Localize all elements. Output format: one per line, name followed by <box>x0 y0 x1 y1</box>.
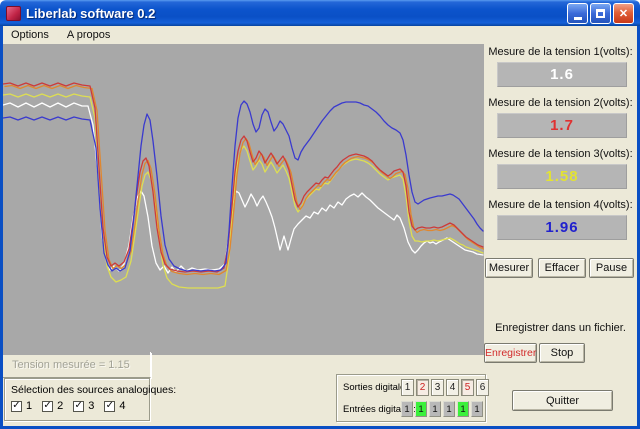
checkbox-source-2[interactable]: ✓ <box>42 400 54 412</box>
sortie-digitale-5[interactable]: 5 <box>461 379 474 396</box>
title-bar[interactable]: Liberlab software 0.2 ✕ <box>0 0 640 26</box>
checkbox-source-1[interactable]: ✓ <box>11 400 22 412</box>
app-window: Liberlab software 0.2 ✕ Options A propos… <box>0 0 640 429</box>
sorties-row: Sorties digitales: 123456 <box>337 378 489 397</box>
entree-digitale-2: 1 <box>415 401 427 417</box>
quitter-button[interactable]: Quitter <box>512 390 613 411</box>
app-icon <box>6 5 21 21</box>
checkbox-label-4: 4 <box>119 400 126 412</box>
voltage-chart <box>3 44 484 355</box>
tension-label-1: Mesure de la tension 1(volts): <box>488 46 633 58</box>
pause-button[interactable]: Pause <box>589 258 634 278</box>
minimize-icon <box>573 16 582 20</box>
trace-channel-2-red <box>3 82 484 273</box>
measurement-panel: Mesurer Effacer Pause Enregistrer dans u… <box>484 26 637 426</box>
mesurer-button[interactable]: Mesurer <box>485 258 533 278</box>
entree-digitale-5: 1 <box>457 401 469 417</box>
checkbox-label-2: 2 <box>57 400 64 412</box>
enregistrer-button[interactable]: Enregistrer <box>484 343 537 363</box>
status-label: Tension mesurée = 1.15 Volts <box>3 352 151 397</box>
checkbox-label-3: 3 <box>88 400 95 412</box>
maximize-button[interactable] <box>590 2 611 24</box>
tension-label-4: Mesure de la tension 4(volts): <box>488 199 633 211</box>
analog-sources-checkboxes: ✓ 1 ✓ 2 ✓ 3 ✓ 4 <box>5 396 149 412</box>
checkbox-label-1: 1 <box>26 400 33 412</box>
analog-source-item-4: ✓ 4 <box>104 400 126 412</box>
tension-value-3: 1.58 <box>497 164 627 189</box>
window-body: Options A propos Tension mesurée = 1.15 … <box>0 26 640 429</box>
sortie-digitale-1[interactable]: 1 <box>401 379 414 396</box>
tension-value-4: 1.96 <box>497 215 627 240</box>
analog-source-item-2: ✓ 2 <box>42 400 63 412</box>
window-title: Liberlab software 0.2 <box>26 5 156 21</box>
entree-digitale-1: 1 <box>401 401 413 417</box>
effacer-button[interactable]: Effacer <box>538 258 586 278</box>
analog-source-item-1: ✓ 1 <box>11 400 32 412</box>
stop-button[interactable]: Stop <box>539 343 585 363</box>
window-controls: ✕ <box>567 2 634 24</box>
trace-channel-3-yellow <box>3 93 484 289</box>
sorties-buttons: 123456 <box>399 379 489 396</box>
minimize-button[interactable] <box>567 2 588 24</box>
sortie-digitale-3[interactable]: 3 <box>431 379 444 396</box>
menu-options[interactable]: Options <box>11 29 49 41</box>
trace-channel-4-blue <box>3 100 484 272</box>
trace-shadow-channel-2-red <box>4 84 484 276</box>
analog-sources-label: Sélection des sources analogiques: <box>11 384 177 396</box>
entree-digitale-3: 1 <box>429 401 441 417</box>
sortie-digitale-4[interactable]: 4 <box>446 379 459 396</box>
entrees-indicators: 111111 <box>399 401 483 417</box>
entree-digitale-6: 1 <box>471 401 483 417</box>
analog-sources-group: Sélection des sources analogiques: ✓ 1 ✓ 2 ✓… <box>4 378 177 421</box>
file-section-label: Enregistrer dans un fichier. <box>495 322 626 334</box>
sortie-digitale-2[interactable]: 2 <box>416 379 429 396</box>
tension-label-2: Mesure de la tension 2(volts): <box>488 97 633 109</box>
tension-value-2: 1.7 <box>497 113 627 138</box>
analog-source-item-3: ✓ 3 <box>73 400 94 412</box>
entree-digitale-4: 1 <box>443 401 455 417</box>
tension-label-3: Mesure de la tension 3(volts): <box>488 148 633 160</box>
checkbox-source-4[interactable]: ✓ <box>104 400 116 412</box>
checkbox-source-3[interactable]: ✓ <box>73 400 85 412</box>
entrees-row: Entrées digitales: 111111 <box>337 400 485 419</box>
close-button[interactable]: ✕ <box>613 2 634 24</box>
digital-io-group: Sorties digitales: 123456 Entrées digita… <box>336 374 489 422</box>
menu-apropos[interactable]: A propos <box>67 29 110 41</box>
maximize-icon <box>596 8 605 18</box>
tension-value-1: 1.6 <box>497 62 627 87</box>
